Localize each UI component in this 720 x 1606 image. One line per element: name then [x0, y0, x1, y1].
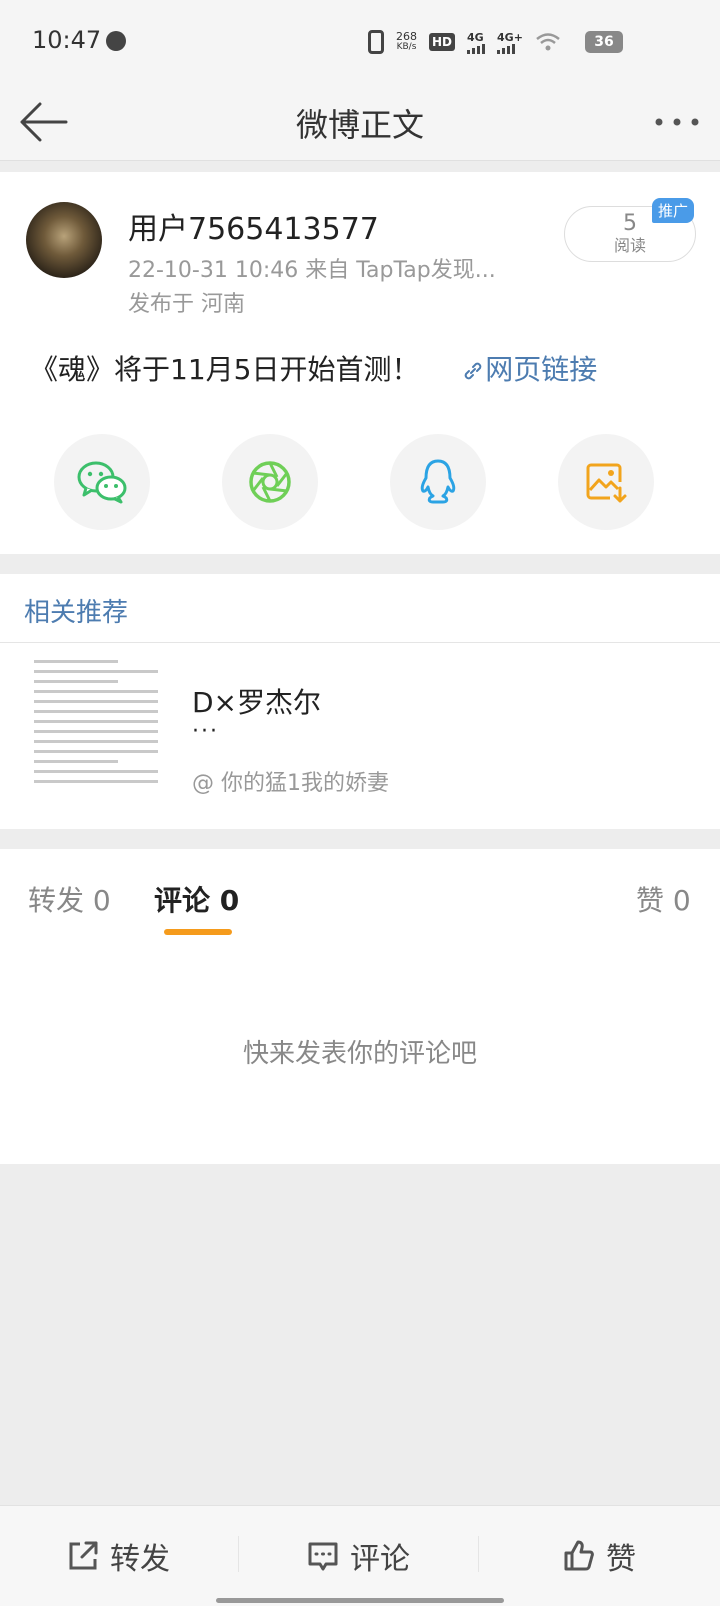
page-title: 微博正文: [295, 106, 424, 144]
signal-2: 4G+: [497, 31, 523, 54]
qq-icon: [420, 459, 456, 504]
tab-comment[interactable]: 评论 0: [154, 879, 239, 919]
wechat-icon: [77, 461, 127, 504]
comments-empty-state: 快来发表你的评论吧: [0, 937, 720, 1164]
sim2-label: 4G+: [497, 30, 523, 44]
interaction-tabs: 转发 0 评论 0 赞 0: [0, 849, 720, 938]
battery-icon: 36: [585, 31, 623, 53]
tab-repost[interactable]: 转发 0: [28, 879, 111, 919]
save-image-icon: [586, 463, 627, 503]
status-time: 10:47: [32, 26, 102, 54]
moments-icon: [249, 461, 291, 503]
like-button[interactable]: 赞: [562, 1534, 636, 1578]
promo-badge[interactable]: 推广: [652, 198, 695, 223]
post-content: 《魂》将于11月5日开始首测！ 网页链接: [30, 348, 597, 388]
share-moments-button[interactable]: [222, 434, 318, 530]
share-row: [0, 434, 720, 530]
divider: [238, 1536, 239, 1572]
save-image-button[interactable]: [558, 434, 654, 530]
link-icon: [464, 362, 482, 380]
status-icons: 268 KB/s HD 4G 4G+: [368, 30, 561, 54]
hd-icon: HD: [429, 33, 456, 51]
tab-like[interactable]: 赞 0: [636, 879, 691, 919]
repost-icon: [69, 1541, 98, 1570]
post-meta: 22-10-31 10:46 来自 TapTap发现...: [128, 258, 496, 283]
username[interactable]: 用户7565413577: [128, 204, 379, 248]
related-thumbnail: [26, 653, 166, 815]
signal-1: 4G: [467, 30, 486, 54]
net-speed: 268 KB/s: [396, 31, 417, 53]
repost-button[interactable]: 转发: [66, 1534, 170, 1578]
net-speed-unit: KB/s: [396, 42, 417, 52]
nav-bar: 微博正文: [0, 84, 720, 161]
active-tab-indicator: [164, 929, 232, 935]
comment-icon: [308, 1542, 338, 1571]
vibrate-icon: [368, 30, 384, 54]
signal-bars-icon: [497, 43, 516, 54]
wifi-icon: [536, 33, 560, 51]
like-label: 赞: [606, 1542, 636, 1577]
status-bar: 10:47 268 KB/s HD 4G 4G+ 36: [0, 0, 720, 84]
avatar[interactable]: [26, 202, 102, 278]
home-indicator[interactable]: [216, 1598, 504, 1603]
post-card: 用户7565413577 22-10-31 10:46 来自 TapTap发现.…: [0, 172, 720, 554]
divider: [478, 1536, 479, 1572]
signal-bars-icon: [467, 43, 486, 54]
post-location: 发布于 河南: [128, 292, 245, 317]
read-label: 阅读: [613, 236, 646, 255]
related-item[interactable]: D×罗杰尔 ··· @ 你的猛1我的娇妻: [0, 643, 720, 829]
repost-label: 转发: [110, 1542, 170, 1577]
empty-comments-text: 快来发表你的评论吧: [242, 1039, 477, 1069]
comment-label: 评论: [350, 1542, 410, 1577]
web-link-label: 网页链接: [485, 353, 598, 386]
more-icon[interactable]: [652, 96, 702, 148]
globe-icon: [106, 31, 126, 51]
related-section-header: 相关推荐: [0, 574, 720, 643]
share-qq-button[interactable]: [390, 434, 486, 530]
share-wechat-button[interactable]: [54, 434, 150, 530]
related-item-author: @ 你的猛1我的娇妻: [192, 771, 389, 796]
web-link[interactable]: 网页链接: [461, 353, 597, 386]
related-item-dots: ···: [192, 719, 219, 744]
related-item-title: D×罗杰尔: [192, 686, 322, 719]
comment-button[interactable]: 评论: [306, 1534, 410, 1578]
bottom-action-bar: 转发 评论 赞: [0, 1505, 720, 1606]
related-title: 相关推荐: [24, 598, 129, 628]
post-text: 《魂》将于11月5日开始首测！: [30, 353, 420, 386]
net-speed-value: 268: [396, 30, 417, 43]
thumbs-up-icon: [564, 1540, 594, 1571]
sim1-label: 4G: [467, 30, 484, 44]
